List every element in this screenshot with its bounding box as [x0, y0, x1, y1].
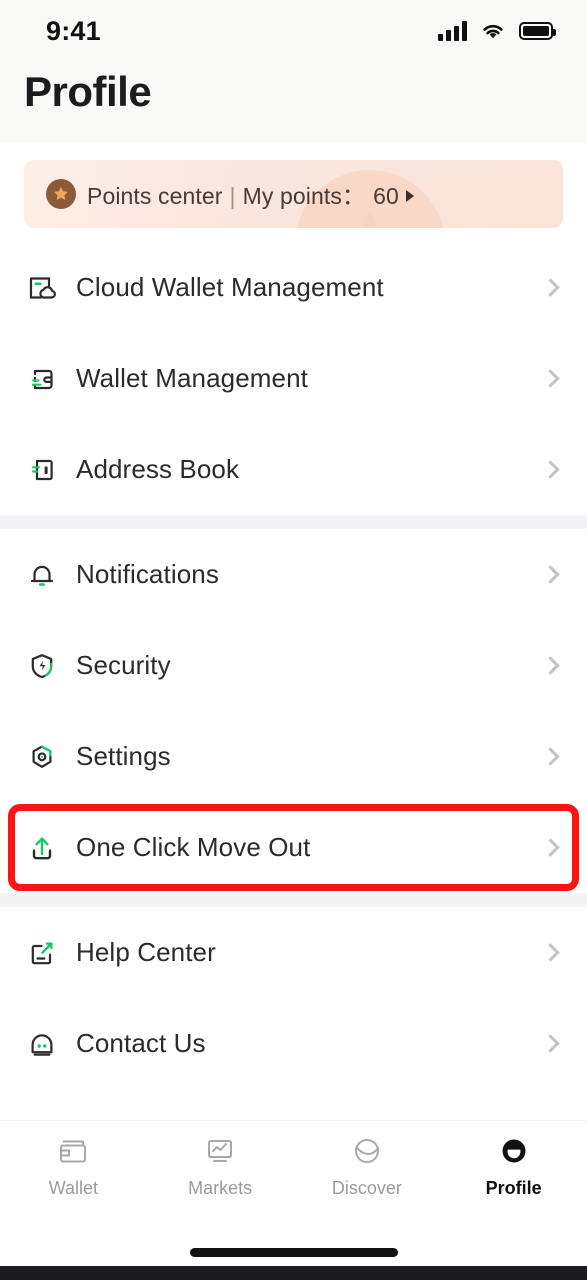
- tab-label: Discover: [331, 1178, 402, 1198]
- chevron-right-icon: [541, 656, 560, 675]
- menu-item-address-book[interactable]: Address Book: [0, 424, 587, 515]
- menu-group-settings: Notifications Security Settings One Clic…: [0, 529, 587, 893]
- cellular-signal-icon: [438, 21, 467, 41]
- my-points-label: My points：: [242, 183, 366, 209]
- tab-label: Wallet: [48, 1178, 99, 1198]
- points-banner-wrap: Points center | My points： 60: [0, 142, 587, 242]
- shield-bolt-icon: [24, 648, 60, 684]
- menu-item-security[interactable]: Security: [0, 620, 587, 711]
- edit-square-icon: [24, 935, 60, 971]
- chevron-right-icon: [541, 460, 560, 479]
- points-center-label: Points center: [87, 183, 223, 209]
- page-title: Profile: [24, 68, 152, 115]
- menu-item-help-center[interactable]: Help Center: [0, 907, 587, 998]
- menu-item-label: Security: [76, 650, 171, 680]
- wallet-tab-icon: [57, 1135, 89, 1169]
- status-time: 9:41: [46, 15, 101, 46]
- section-divider: [0, 893, 587, 907]
- chevron-right-icon: [541, 838, 560, 857]
- tab-markets[interactable]: Markets: [147, 1135, 294, 1199]
- tab-discover[interactable]: Discover: [294, 1135, 441, 1199]
- status-icons: [438, 21, 556, 41]
- chevron-right-icon: [541, 369, 560, 388]
- menu-item-label: Address Book: [76, 454, 240, 484]
- menu-item-one-click-move-out-wrap: One Click Move Out: [0, 802, 587, 893]
- menu-item-label: Settings: [76, 741, 171, 771]
- menu-item-cloud-wallet-management[interactable]: Cloud Wallet Management: [0, 242, 587, 333]
- phone-screen: 9:41 Profile Points center | My points： …: [0, 0, 587, 1280]
- chevron-right-icon: [541, 747, 560, 766]
- chevron-right-icon: [541, 1034, 560, 1053]
- wifi-icon: [483, 24, 503, 39]
- points-separator: |: [229, 183, 236, 209]
- chevron-right-icon: [541, 278, 560, 297]
- bottom-bezel: [0, 1266, 587, 1280]
- markets-chart-icon: [204, 1135, 236, 1169]
- profile-avatar-icon: [498, 1135, 530, 1169]
- cloud-wallet-icon: [24, 270, 60, 306]
- status-bar: 9:41: [0, 0, 587, 62]
- gear-icon: [24, 739, 60, 775]
- home-indicator[interactable]: [189, 1247, 398, 1257]
- chevron-right-icon: [541, 943, 560, 962]
- menu-item-label: Notifications: [76, 559, 219, 589]
- address-book-icon: [24, 452, 60, 488]
- title-bar: Profile: [0, 62, 587, 142]
- menu-item-contact-us[interactable]: Contact Us: [0, 998, 587, 1089]
- tab-wallet[interactable]: Wallet: [0, 1135, 147, 1199]
- chat-bot-icon: [24, 1026, 60, 1062]
- upload-icon: [24, 830, 60, 866]
- points-center-banner[interactable]: Points center | My points： 60: [24, 160, 563, 228]
- menu-item-label: One Click Move Out: [76, 832, 311, 862]
- menu-item-wallet-management[interactable]: Wallet Management: [0, 333, 587, 424]
- wallet-icon: [24, 361, 60, 397]
- menu-item-settings[interactable]: Settings: [0, 711, 587, 802]
- menu-group-accounts: Cloud Wallet Management Wallet Managemen…: [0, 242, 587, 515]
- discover-globe-icon: [351, 1135, 383, 1169]
- menu-item-label: Wallet Management: [76, 363, 308, 393]
- star-badge-icon: [46, 179, 76, 209]
- menu-item-notifications[interactable]: Notifications: [0, 529, 587, 620]
- battery-icon: [519, 22, 556, 40]
- tab-label: Profile: [485, 1178, 542, 1198]
- menu-item-label: Contact Us: [76, 1028, 206, 1058]
- home-indicator-area: [0, 1238, 587, 1266]
- tab-label: Markets: [188, 1178, 253, 1198]
- caret-right-icon: [405, 190, 414, 202]
- tab-profile[interactable]: Profile: [440, 1135, 587, 1199]
- chevron-right-icon: [541, 565, 560, 584]
- menu-item-label: Cloud Wallet Management: [76, 272, 384, 302]
- my-points-value: 60: [373, 183, 399, 209]
- bell-icon: [24, 557, 60, 593]
- points-banner-text: Points center | My points： 60: [87, 177, 414, 211]
- menu-item-label: Help Center: [76, 937, 216, 967]
- menu-item-one-click-move-out[interactable]: One Click Move Out: [0, 802, 587, 893]
- bottom-tab-bar: Wallet Markets Discover Profile: [0, 1120, 587, 1238]
- menu-group-support: Help Center Contact Us: [0, 907, 587, 1089]
- section-divider: [0, 515, 587, 529]
- main-content: Points center | My points： 60 Cloud Wallet …: [0, 142, 587, 1120]
